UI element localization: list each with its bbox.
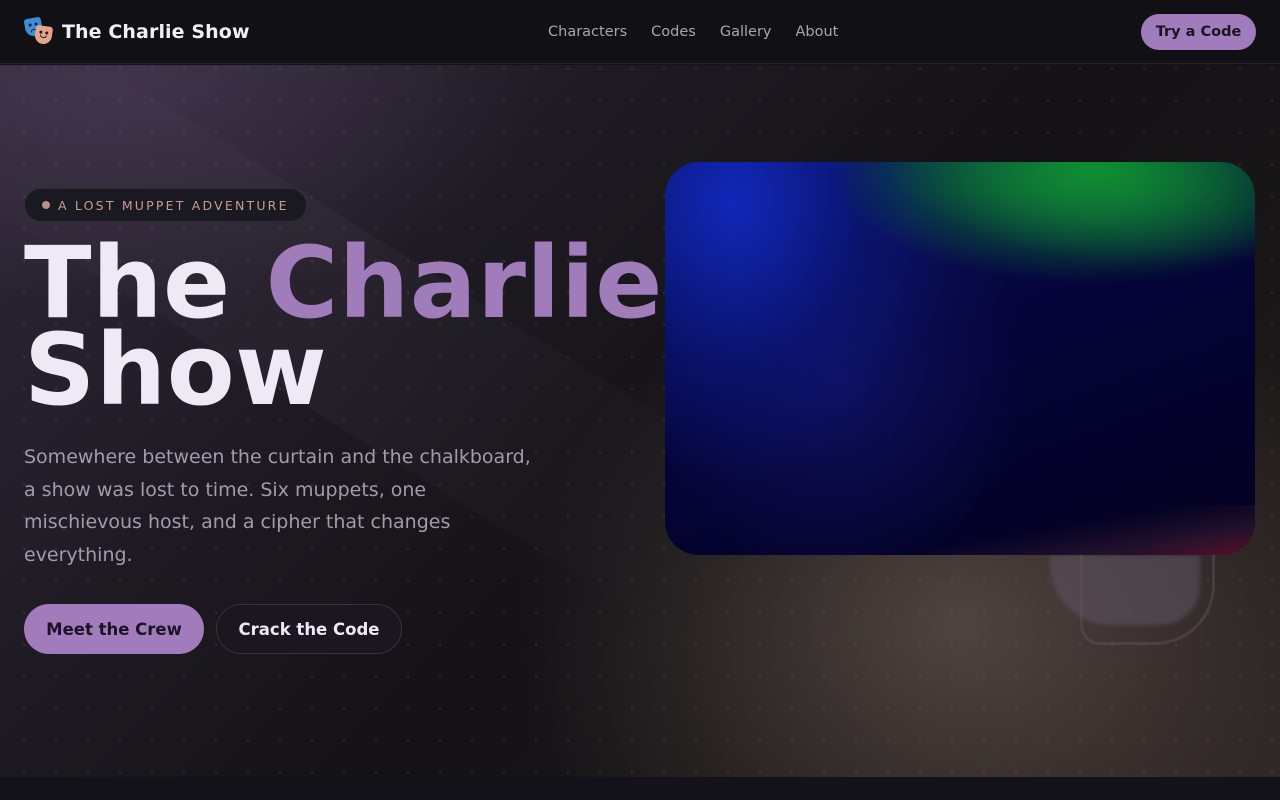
- hero-image: [665, 162, 1255, 555]
- crack-the-code-button[interactable]: Crack the Code: [216, 604, 402, 654]
- hero-title: The Charlie Show: [24, 234, 663, 420]
- section-divider: [0, 777, 1280, 800]
- tagline-text: A LOST MUPPET ADVENTURE: [58, 197, 289, 213]
- hero-description: Somewhere between the curtain and the ch…: [24, 446, 531, 566]
- nav-link-codes[interactable]: Codes: [651, 24, 696, 40]
- meet-the-crew-button[interactable]: Meet the Crew: [24, 604, 204, 654]
- hero-section: A LOST MUPPET ADVENTURE The Charlie Show …: [0, 65, 1280, 777]
- brand-name: The Charlie Show: [62, 20, 250, 43]
- badge-dot-icon: [42, 201, 50, 209]
- brand-logo-link[interactable]: The Charlie Show: [23, 0, 250, 63]
- title-word-show: Show: [24, 313, 328, 428]
- nav-link-gallery[interactable]: Gallery: [720, 24, 772, 40]
- top-navbar: The Charlie Show Characters Codes Galler…: [0, 0, 1280, 64]
- tagline-badge: A LOST MUPPET ADVENTURE: [24, 188, 307, 222]
- nav-link-about[interactable]: About: [796, 24, 839, 40]
- nav-links: Characters Codes Gallery About: [548, 0, 838, 63]
- theater-masks-icon: [23, 16, 54, 46]
- try-a-code-button[interactable]: Try a Code: [1141, 14, 1256, 50]
- nav-link-characters[interactable]: Characters: [548, 24, 627, 40]
